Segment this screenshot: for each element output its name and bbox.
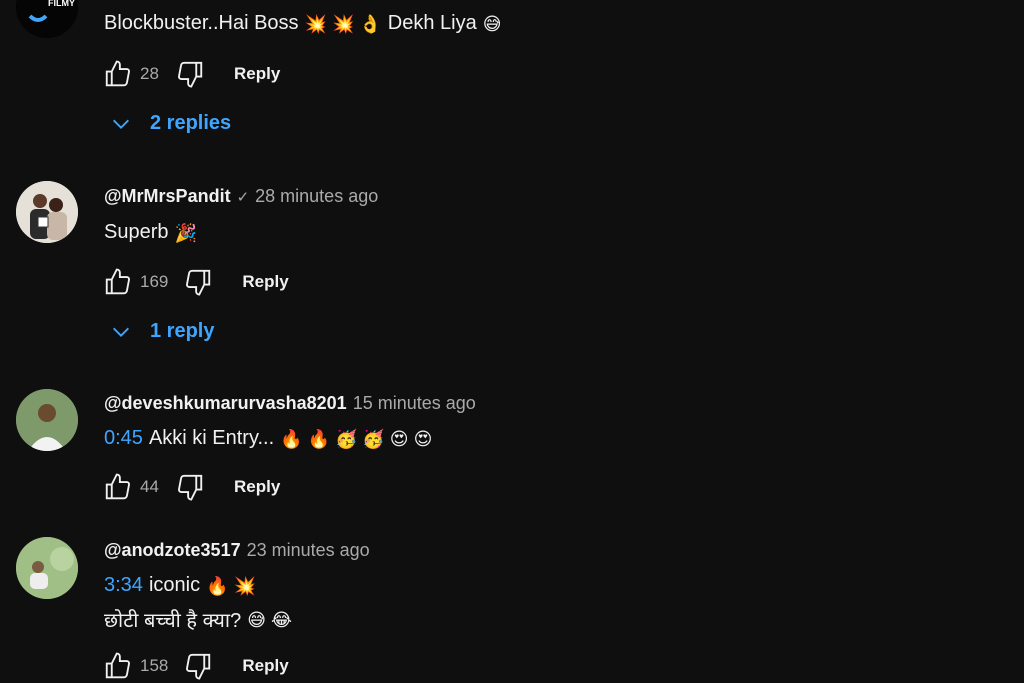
like-icon[interactable] — [102, 266, 134, 298]
author-name[interactable]: @deveshkumarurvasha8201 — [104, 393, 347, 414]
video-timestamp-link[interactable]: 3:34 — [104, 574, 143, 597]
comment-body-continued: छोटी बच्ची है क्या? — [104, 610, 242, 632]
avatar[interactable] — [16, 537, 78, 599]
avatar-photo — [16, 537, 78, 599]
comment-actions: 44 Reply — [102, 470, 280, 504]
reply-button[interactable]: Reply — [234, 64, 280, 84]
like-count: 44 — [140, 477, 159, 496]
comment-text-line-2: छोटी बच्ची है क्या? 😅 😂 — [104, 606, 292, 633]
view-replies-button[interactable]: 1 reply — [110, 320, 214, 343]
verified-icon: ✓ — [236, 188, 250, 206]
replies-label: 2 replies — [150, 112, 232, 134]
comment-time[interactable]: 23 minutes ago — [247, 540, 370, 561]
emoji-group: 🎉 — [174, 222, 197, 243]
emoji-group: 🔥 💥 — [206, 575, 256, 596]
like-icon[interactable] — [102, 58, 134, 90]
reply-button[interactable]: Reply — [234, 477, 280, 497]
avatar-photo — [16, 389, 78, 451]
chevron-down-icon — [113, 327, 129, 337]
dislike-icon[interactable] — [182, 266, 214, 298]
view-replies-button[interactable]: 2 replies — [110, 112, 231, 135]
comment-time[interactable]: 15 minutes ago — [353, 393, 476, 414]
like-icon[interactable] — [102, 650, 134, 682]
comment-text: 0:45 Akki ki Entry... 🔥 🔥 🥳 🥳 😍 😍 — [104, 427, 432, 450]
like-icon[interactable] — [102, 471, 134, 503]
comment-header: @anodzote3517 23 minutes ago — [104, 540, 370, 561]
author-name[interactable]: @anodzote3517 — [104, 540, 241, 561]
comment-text: Blockbuster..Hai Boss 💥 💥 👌 Dekh Liya 😅 — [104, 12, 501, 35]
logo-text: FILMY EYES — [48, 0, 78, 8]
emoji-group: 😅 😂 — [247, 609, 293, 630]
comments-section: FILMY EYES Blockbuster..Hai Boss 💥 💥 👌 D… — [0, 0, 1024, 683]
avatar-photo — [16, 181, 78, 243]
emoji-group: 🔥 🔥 🥳 🥳 😍 😍 — [280, 428, 433, 449]
like-count: 28 — [140, 64, 159, 83]
comment-body: Akki ki Entry... — [148, 427, 275, 449]
filmy-eyes-logo-icon: FILMY EYES — [16, 0, 78, 38]
comment-actions: 28 Reply — [102, 57, 280, 91]
emoji-group: 😅 — [482, 13, 502, 34]
avatar[interactable] — [16, 389, 78, 451]
avatar[interactable] — [16, 181, 78, 243]
comment-text: 3:34 iconic 🔥 💥 — [104, 574, 256, 597]
comment-actions: 169 Reply — [102, 265, 289, 299]
comment-body: Blockbuster..Hai Boss — [104, 12, 299, 34]
reply-button[interactable]: Reply — [242, 272, 288, 292]
like-count: 169 — [140, 272, 169, 291]
emoji-group: 💥 💥 👌 — [304, 13, 382, 34]
comment-text: Superb 🎉 — [104, 221, 197, 244]
chevron-down-icon — [113, 119, 129, 129]
comment-time[interactable]: 28 minutes ago — [255, 186, 378, 207]
video-timestamp-link[interactable]: 0:45 — [104, 427, 143, 450]
comment-header: @MrMrsPandit ✓ 28 minutes ago — [104, 186, 378, 207]
comment-body: iconic — [148, 574, 201, 596]
reply-button[interactable]: Reply — [242, 656, 288, 676]
avatar[interactable]: FILMY EYES — [16, 0, 78, 38]
replies-label: 1 reply — [150, 320, 215, 342]
dislike-icon[interactable] — [174, 471, 206, 503]
like-count: 158 — [140, 656, 169, 675]
comment-body: Superb — [104, 221, 169, 243]
comment-actions: 158 Reply — [102, 649, 289, 683]
dislike-icon[interactable] — [174, 58, 206, 90]
dislike-icon[interactable] — [182, 650, 214, 682]
author-name[interactable]: @MrMrsPandit — [104, 186, 231, 207]
comment-body-continued: Dekh Liya — [387, 12, 477, 34]
comment-header: @deveshkumarurvasha8201 15 minutes ago — [104, 393, 476, 414]
